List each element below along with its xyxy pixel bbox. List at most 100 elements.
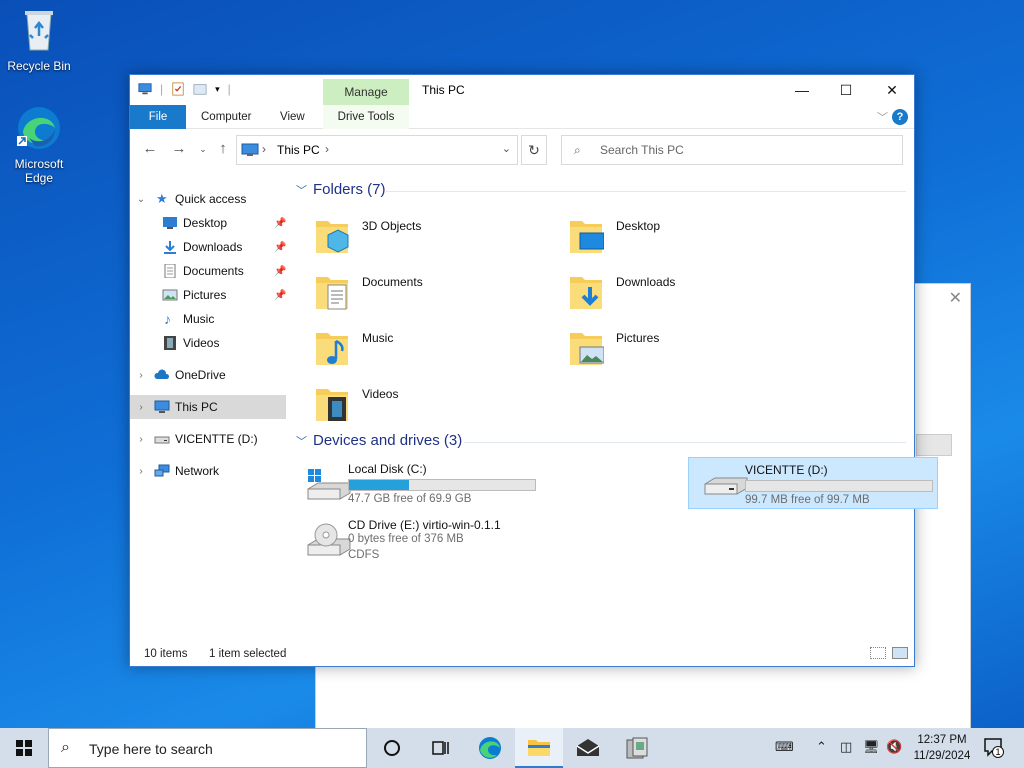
folder-pictures[interactable]: Pictures	[546, 323, 786, 375]
forward-button[interactable]: →	[169, 139, 189, 159]
background-dialog-field[interactable]	[916, 434, 952, 456]
minimize-button[interactable]: —	[779, 75, 825, 105]
nav-music[interactable]: ♪ Music	[130, 307, 286, 331]
properties-icon[interactable]	[171, 82, 185, 96]
app-taskbar-button[interactable]	[613, 728, 661, 768]
cortana-button[interactable]	[368, 728, 416, 768]
keyboard-icon[interactable]: ⌨	[775, 739, 794, 755]
nav-this-pc[interactable]: › This PC	[130, 395, 286, 419]
drive-d-free-space: 99.7 MB free of 99.7 MB	[745, 494, 870, 506]
drives-group-header[interactable]: ﹀ Devices and drives (3)	[296, 432, 462, 449]
drive-icon	[154, 436, 170, 444]
nav-desktop[interactable]: Desktop 📌	[130, 211, 286, 235]
cd-drive-icon	[307, 523, 351, 556]
folder-videos[interactable]: Videos	[292, 379, 532, 431]
edge-taskbar-button[interactable]	[466, 728, 514, 768]
address-dropdown-icon[interactable]: ⌄	[502, 142, 511, 155]
star-icon: ★	[156, 191, 168, 206]
edge-label: Microsoft Edge	[14, 157, 64, 185]
drive-d[interactable]: VICENTTE (D:) 99.7 MB free of 99.7 MB	[688, 457, 938, 509]
nav-onedrive[interactable]: › OneDrive	[130, 363, 286, 387]
large-icons-view-icon[interactable]	[892, 647, 908, 659]
expand-ribbon-icon[interactable]: ﹀	[877, 109, 888, 125]
up-button[interactable]: ↑	[213, 139, 233, 159]
this-pc-icon	[241, 143, 259, 156]
back-button[interactable]: ←	[140, 139, 160, 159]
drive-c-usage-bar	[348, 479, 536, 491]
folder-desktop[interactable]: Desktop	[546, 211, 786, 263]
nav-documents[interactable]: Documents 📌	[130, 259, 286, 283]
downloads-folder-icon	[570, 277, 602, 309]
collapse-icon[interactable]: ⌄	[136, 194, 146, 205]
folder-downloads[interactable]: Downloads	[546, 267, 786, 319]
film-icon	[164, 336, 176, 350]
desktop-icon-recycle-bin[interactable]: Recycle Bin	[1, 6, 77, 73]
desktop-icon-edge[interactable]: Microsoft Edge	[1, 104, 77, 185]
computer-icon[interactable]	[138, 82, 152, 96]
cortana-circle-icon	[384, 740, 400, 756]
breadcrumb-this-pc[interactable]: This PC	[277, 143, 320, 157]
music-folder-icon	[316, 333, 348, 365]
clock-date: 11/29/2024	[913, 750, 971, 762]
drive-d-name: VICENTTE (D:)	[745, 463, 828, 477]
folder-documents[interactable]: Documents	[292, 267, 532, 319]
tab-computer[interactable]: Computer	[201, 105, 252, 129]
new-folder-icon[interactable]	[193, 82, 207, 96]
nav-pictures[interactable]: Pictures 📌	[130, 283, 286, 307]
maximize-button[interactable]: ☐	[823, 75, 869, 105]
clock[interactable]: 12:37 PM 11/29/2024	[903, 732, 981, 764]
meet-now-icon[interactable]: ◫	[840, 739, 852, 755]
tab-drive-tools[interactable]: Drive Tools	[323, 105, 409, 129]
volume-muted-icon[interactable]: 🔇	[886, 739, 902, 755]
drive-c-usage-fill	[349, 480, 409, 490]
nav-drive-d[interactable]: › VICENTTE (D:)	[130, 427, 286, 451]
documents-folder-icon	[316, 277, 348, 310]
help-icon[interactable]: ?	[892, 109, 908, 125]
nav-quick-access[interactable]: ⌄ ★ Quick access	[130, 187, 286, 211]
taskbar-search-box[interactable]: ⌕ Type here to search	[48, 728, 367, 768]
nav-downloads[interactable]: Downloads 📌	[130, 235, 286, 259]
recent-locations-button[interactable]: ⌄	[193, 139, 213, 159]
customize-qat-icon[interactable]: ▾	[215, 84, 220, 95]
search-box[interactable]: ⌕	[561, 135, 903, 165]
drive-c[interactable]: Local Disk (C:) 47.7 GB free of 69.9 GB	[292, 457, 542, 509]
folders-group-header[interactable]: ﹀ Folders (7)	[296, 181, 386, 198]
nav-videos[interactable]: Videos	[130, 331, 286, 355]
close-icon[interactable]: ✕	[949, 288, 962, 308]
tab-view[interactable]: View	[280, 105, 305, 129]
pin-icon: 📌	[274, 217, 287, 229]
pin-icon: 📌	[274, 241, 287, 253]
folder-3d-objects[interactable]: 3D Objects	[292, 211, 532, 263]
item-count: 10 items	[144, 648, 188, 660]
network-tray-icon[interactable]: 🖥	[863, 739, 880, 755]
details-view-icon[interactable]	[870, 647, 886, 659]
window-title: This PC	[422, 83, 465, 97]
mail-taskbar-button[interactable]	[564, 728, 612, 768]
expand-icon[interactable]: ›	[136, 466, 146, 477]
nav-network[interactable]: › Network	[130, 459, 286, 483]
pictures-folder-icon	[570, 333, 604, 365]
notification-center-button[interactable]: 1	[982, 736, 1004, 758]
expand-icon[interactable]: ›	[136, 370, 146, 381]
start-button[interactable]	[0, 728, 48, 768]
expand-icon[interactable]: ›	[136, 434, 146, 445]
address-bar[interactable]: › This PC › ⌄	[236, 135, 518, 165]
close-button[interactable]: ✕	[869, 75, 915, 105]
clock-time: 12:37 PM	[917, 734, 967, 746]
tab-file[interactable]: File	[130, 105, 186, 129]
windows-drive-icon	[307, 469, 351, 500]
file-explorer-taskbar-button[interactable]	[515, 728, 563, 768]
search-icon: ⌕	[574, 143, 581, 157]
music-note-icon: ♪	[164, 311, 171, 327]
download-arrow-icon	[164, 241, 176, 254]
task-view-button[interactable]	[416, 728, 464, 768]
setup-app-icon	[626, 737, 648, 759]
search-input[interactable]	[600, 140, 890, 160]
show-hidden-icons-icon[interactable]: ⌃	[816, 739, 827, 755]
drive-e[interactable]: CD Drive (E:) virtio-win-0.1.1 0 bytes f…	[292, 513, 542, 565]
expand-icon[interactable]: ›	[136, 402, 146, 413]
folder-music[interactable]: Music	[292, 323, 532, 375]
refresh-button[interactable]: ↻	[521, 135, 547, 165]
edge-icon	[17, 107, 60, 149]
manage-tab[interactable]: Manage	[323, 79, 409, 105]
